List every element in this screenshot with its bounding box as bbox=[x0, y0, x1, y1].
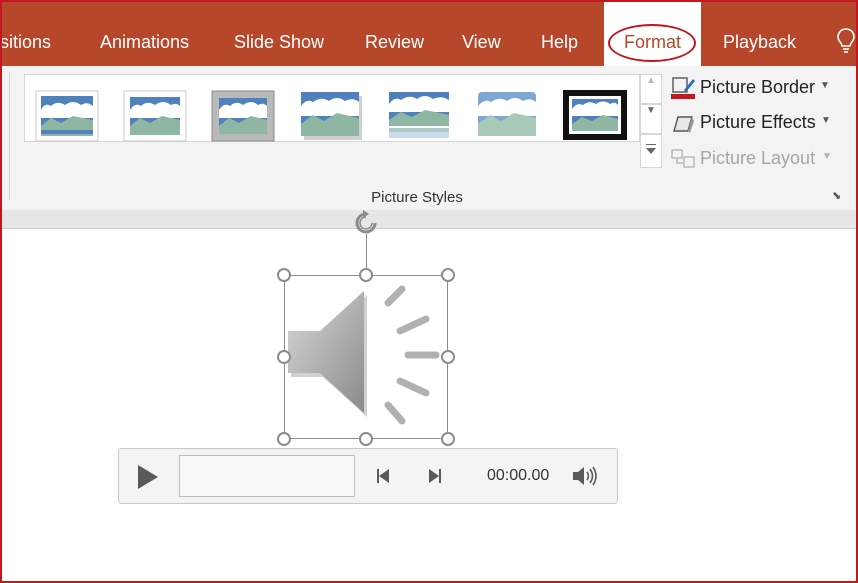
tab-transitions[interactable]: sitions bbox=[0, 0, 51, 66]
ribbon-tab-bar: sitions Animations Slide Show Review Vie… bbox=[0, 0, 858, 66]
gallery-scroll-up-button[interactable]: ▲ bbox=[640, 74, 662, 104]
playback-timeline[interactable] bbox=[179, 455, 355, 497]
tab-animations[interactable]: Animations bbox=[100, 0, 189, 66]
playback-time: 00:00.00 bbox=[487, 467, 550, 484]
dialog-launcher-icon[interactable]: ⬊ bbox=[832, 190, 844, 202]
tab-view[interactable]: View bbox=[462, 0, 501, 66]
selection-frame bbox=[284, 275, 448, 439]
resize-handle-bottom-right[interactable] bbox=[441, 432, 455, 446]
picture-effects-icon bbox=[673, 116, 694, 133]
resize-handle-bottom[interactable] bbox=[359, 432, 373, 446]
picture-layout-icon bbox=[671, 149, 695, 168]
chevron-down-icon: ▼ bbox=[822, 151, 832, 162]
ribbon-divider bbox=[9, 72, 10, 200]
tab-format[interactable]: Format bbox=[604, 0, 701, 66]
picture-style-simple-frame-white[interactable] bbox=[35, 90, 99, 142]
play-icon[interactable] bbox=[135, 463, 161, 491]
skip-back-icon[interactable] bbox=[375, 467, 393, 485]
picture-style-thick-matte-gray[interactable] bbox=[211, 90, 275, 142]
tab-review[interactable]: Review bbox=[365, 0, 424, 66]
tab-help[interactable]: Help bbox=[541, 0, 578, 66]
chevron-down-icon: ▼ bbox=[820, 80, 830, 91]
resize-handle-bottom-left[interactable] bbox=[277, 432, 291, 446]
skip-forward-icon[interactable] bbox=[425, 467, 443, 485]
picture-style-soft-edge[interactable] bbox=[475, 90, 539, 142]
resize-handle-top-left[interactable] bbox=[277, 268, 291, 282]
media-player-bar: 00:00.00 bbox=[118, 448, 618, 504]
picture-border-label: Picture Border bbox=[700, 77, 816, 97]
resize-handle-left[interactable] bbox=[277, 350, 291, 364]
chevron-down-icon: ▼ bbox=[821, 115, 831, 126]
resize-handle-top[interactable] bbox=[359, 268, 373, 282]
gallery-scroll-down-button[interactable]: ▼ bbox=[640, 104, 662, 134]
picture-effects-label: Picture Effects bbox=[700, 112, 816, 132]
picture-style-beveled[interactable] bbox=[123, 90, 187, 142]
tab-slide-show[interactable]: Slide Show bbox=[234, 0, 324, 66]
picture-styles-group-label: Picture Styles bbox=[371, 189, 463, 206]
ribbon-format: ▲ ▼ Picture Border ▼ Picture Effects ▼ P… bbox=[0, 66, 858, 211]
lightbulb-icon[interactable] bbox=[836, 27, 856, 55]
tab-playback[interactable]: Playback bbox=[723, 0, 796, 66]
picture-border-icon bbox=[671, 77, 695, 99]
picture-layout-label: Picture Layout bbox=[700, 148, 816, 168]
picture-style-reflected[interactable] bbox=[387, 90, 451, 142]
picture-styles-gallery bbox=[24, 74, 640, 142]
ribbon-bottom-strip bbox=[0, 210, 858, 229]
gallery-more-button[interactable] bbox=[640, 134, 662, 168]
picture-style-black-frame[interactable] bbox=[563, 90, 627, 142]
resize-handle-right[interactable] bbox=[441, 350, 455, 364]
resize-handle-top-right[interactable] bbox=[441, 268, 455, 282]
picture-style-drop-shadow[interactable] bbox=[299, 90, 363, 142]
rotate-handle-line bbox=[366, 234, 367, 269]
volume-icon[interactable] bbox=[571, 464, 599, 488]
